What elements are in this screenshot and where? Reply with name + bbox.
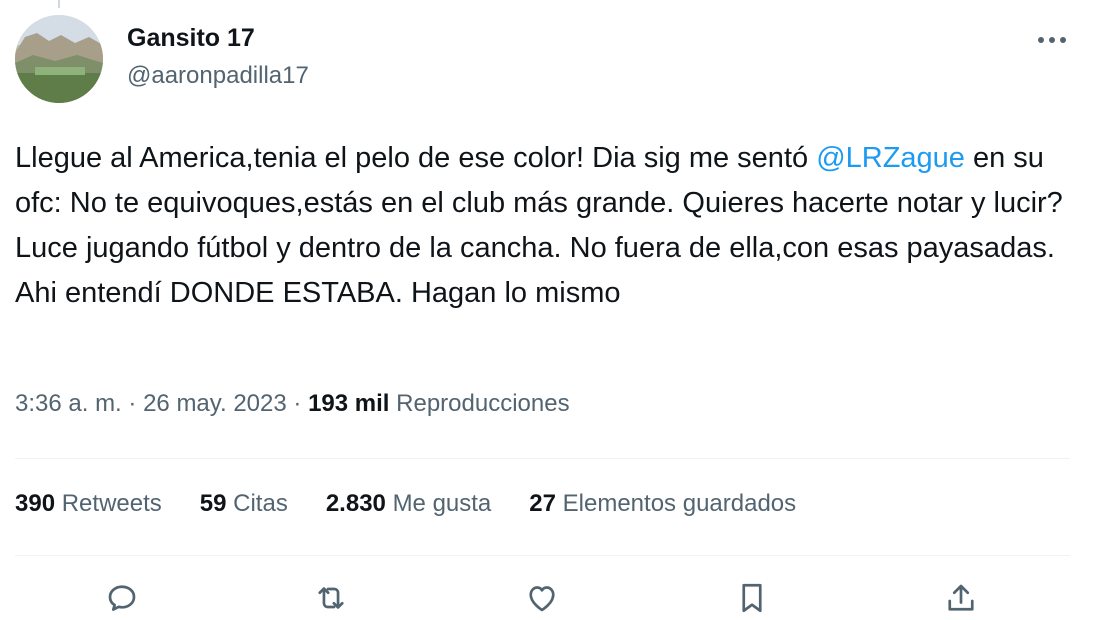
author-handle[interactable]: @aaronpadilla17 — [127, 62, 309, 90]
share-icon — [948, 584, 974, 611]
thread-line — [58, 0, 60, 8]
stat-retweets[interactable]: 390 Retweets — [15, 490, 162, 518]
tweet-text-part-1: Llegue al America,tenia el pelo de ese c… — [15, 142, 817, 174]
stat-count: 390 — [15, 490, 56, 517]
stat-label: Elementos guardados — [562, 490, 797, 517]
stat-likes[interactable]: 2.830 Me gusta — [326, 490, 491, 518]
mention-link[interactable]: @LRZague — [816, 142, 965, 174]
avatar[interactable] — [15, 15, 103, 103]
tweet-date[interactable]: 26 may. 2023 — [143, 390, 287, 417]
stat-count: 59 — [199, 490, 227, 517]
reply-icon — [108, 585, 136, 611]
tweet-meta: 3:36 a. m. · 26 may. 2023 · 193 mil Repr… — [15, 390, 570, 418]
more-options-button[interactable] — [1034, 26, 1070, 54]
views-label: Reproducciones — [396, 390, 570, 417]
meta-separator-2: · — [293, 390, 302, 417]
stat-count: 27 — [529, 490, 556, 517]
retweet-button[interactable] — [311, 578, 351, 618]
divider-top — [15, 458, 1070, 459]
tweet-time[interactable]: 3:36 a. m. — [15, 390, 122, 417]
stat-count: 2.830 — [325, 490, 386, 517]
reply-button[interactable] — [102, 578, 142, 618]
like-icon — [529, 586, 555, 612]
stat-quotes[interactable]: 59 Citas — [200, 490, 288, 518]
more-icon — [1038, 37, 1066, 43]
stat-label: Me gusta — [392, 490, 492, 517]
action-bar — [0, 578, 1093, 618]
stat-label: Retweets — [61, 490, 162, 517]
retweet-icon — [318, 587, 344, 609]
bookmark-icon — [742, 583, 762, 613]
views-count: 193 mil — [308, 390, 390, 417]
tweet-stats: 390 Retweets 59 Citas 2.830 Me gusta 27 … — [15, 490, 834, 518]
avatar-image — [15, 15, 103, 103]
meta-separator: · — [128, 390, 137, 417]
author-display-name[interactable]: Gansito 17 — [127, 24, 255, 53]
bookmark-button[interactable] — [732, 578, 772, 618]
stat-label: Citas — [233, 490, 288, 517]
divider-bottom — [15, 555, 1070, 556]
tweet-text: Llegue al America,tenia el pelo de ese c… — [15, 136, 1075, 316]
like-button[interactable] — [522, 578, 562, 618]
stat-bookmarks[interactable]: 27 Elementos guardados — [529, 490, 796, 518]
share-button[interactable] — [941, 578, 981, 618]
